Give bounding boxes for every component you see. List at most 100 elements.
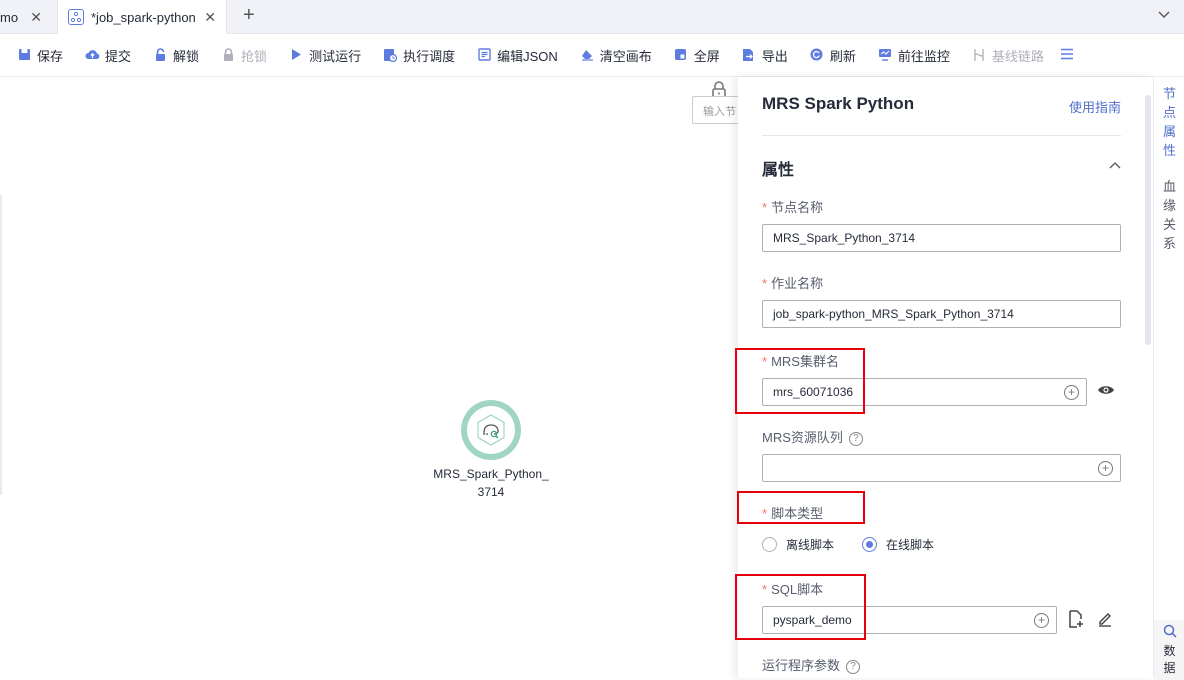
grab-lock-button[interactable]: 抢锁 — [221, 46, 267, 65]
baseline-chain-button[interactable]: 基线链路 — [972, 46, 1044, 65]
vtab-char: 血 — [1162, 179, 1176, 194]
menu-icon[interactable] — [1060, 45, 1074, 65]
node-search-input[interactable]: 输入节 — [692, 96, 742, 124]
submit-label: 提交 — [105, 48, 132, 64]
job-name-label: * 作业名称 — [762, 276, 824, 291]
baseline-chain-label: 基线链路 — [991, 48, 1044, 64]
vtab-char: 系 — [1162, 236, 1176, 251]
node-name-label: * 节点名称 — [762, 200, 824, 215]
edit-pencil-icon[interactable] — [1097, 611, 1113, 630]
node-label-line1: MRS_Spark_Python_ — [433, 467, 549, 481]
grab-lock-label: 抢锁 — [241, 48, 268, 64]
tab-label: mo — [0, 9, 19, 25]
canvas-edge — [0, 195, 2, 495]
add-circle-icon[interactable]: + — [1034, 613, 1049, 628]
vtab-char: 性 — [1162, 143, 1176, 158]
toolbar: 保存 提交 解锁 抢锁 测试运行 执行调度 编辑JSON 清空画布 全屏 导出 … — [0, 34, 1184, 77]
radio-label: 离线脚本 — [786, 538, 835, 552]
node-inner — [467, 406, 515, 454]
sql-script-label: * SQL脚本 — [762, 582, 824, 597]
go-monitor-label: 前往监控 — [897, 48, 950, 64]
eraser-icon — [580, 48, 594, 62]
mrs-cluster-label: * MRS集群名 — [762, 354, 839, 369]
mrs-queue-label: MRS资源队列? — [762, 427, 863, 446]
spark-python-node[interactable] — [461, 400, 521, 460]
divider — [762, 135, 1121, 136]
edit-json-label: 编辑JSON — [497, 48, 558, 64]
close-icon[interactable]: ✕ — [30, 9, 42, 26]
usage-guide-link[interactable]: 使用指南 — [1069, 97, 1121, 116]
node-name-field[interactable]: MRS_Spark_Python_3714 — [762, 224, 1121, 252]
radio-online-script[interactable] — [862, 537, 878, 552]
node-label-line2: 3714 — [477, 485, 505, 499]
new-file-icon[interactable] — [1068, 610, 1084, 631]
lock-icon — [221, 48, 235, 62]
panel-title: MRS Spark Python — [762, 94, 915, 113]
mrs-cluster-select[interactable]: mrs_60071036 + — [762, 378, 1087, 406]
panel-scrollbar[interactable] — [1145, 95, 1151, 345]
add-circle-icon[interactable]: + — [1098, 461, 1113, 476]
play-icon — [289, 48, 303, 62]
help-icon[interactable]: ? — [846, 659, 861, 674]
spark-node-icon — [477, 414, 505, 446]
data-search-tab[interactable]: 数 据 — [1154, 620, 1184, 680]
vtab-char: 点 — [1162, 105, 1176, 120]
clear-canvas-label: 清空画布 — [599, 48, 652, 64]
test-run-label: 测试运行 — [309, 48, 362, 64]
save-button[interactable]: 保存 — [17, 46, 63, 65]
right-side-strip: 节 点 属 性 血 缘 关 系 数 据 — [1153, 77, 1184, 680]
unlock-button[interactable]: 解锁 — [153, 46, 199, 65]
field-value: pyspark_demo — [773, 613, 852, 627]
schedule-button[interactable]: 执行调度 — [383, 46, 455, 65]
vtab-char: 据 — [1163, 661, 1176, 675]
chevron-up-icon[interactable] — [1109, 157, 1121, 172]
add-tab-icon[interactable]: + — [243, 4, 255, 27]
label-text: 作业名称 — [771, 276, 824, 291]
edit-json-button[interactable]: 编辑JSON — [477, 46, 558, 65]
label-text: MRS集群名 — [771, 354, 839, 369]
eye-icon[interactable] — [1097, 383, 1115, 400]
go-monitor-button[interactable]: 前往监控 — [878, 46, 950, 65]
run-params-label: 运行程序参数? — [762, 655, 861, 674]
vtab-char: 数 — [1163, 644, 1176, 658]
baseline-icon — [972, 48, 986, 62]
vtab-char: 节 — [1162, 86, 1176, 101]
export-label: 导出 — [761, 48, 788, 64]
add-circle-icon[interactable]: + — [1064, 385, 1079, 400]
radio-offline-script[interactable] — [762, 537, 777, 552]
schedule-label: 执行调度 — [403, 48, 456, 64]
script-type-radio-group: 离线脚本 在线脚本 — [762, 536, 934, 553]
test-run-button[interactable]: 测试运行 — [289, 46, 361, 65]
workflow-canvas[interactable] — [0, 77, 738, 678]
clear-canvas-button[interactable]: 清空画布 — [580, 46, 652, 65]
tab-lineage[interactable]: 血 缘 关 系 — [1154, 177, 1184, 253]
fullscreen-label: 全屏 — [693, 48, 720, 64]
mrs-queue-select[interactable]: + — [762, 454, 1121, 482]
close-icon[interactable]: ✕ — [204, 9, 216, 26]
refresh-label: 刷新 — [829, 48, 856, 64]
help-icon[interactable]: ? — [848, 431, 863, 446]
export-button[interactable]: 导出 — [742, 46, 788, 65]
tab-bar: mo ✕ *job_spark-python ✕ + — [0, 0, 1184, 34]
label-text: 运行程序参数 — [762, 658, 841, 673]
fullscreen-button[interactable]: 全屏 — [674, 46, 720, 65]
schedule-icon — [383, 48, 398, 63]
fullscreen-icon — [674, 48, 688, 62]
job-name-field[interactable]: job_spark-python_MRS_Spark_Python_3714 — [762, 300, 1121, 328]
export-icon — [742, 48, 756, 62]
node-label: MRS_Spark_Python_ 3714 — [421, 465, 561, 501]
job-icon — [68, 9, 84, 25]
upload-cloud-icon — [85, 48, 100, 62]
monitor-icon — [878, 48, 892, 62]
vtab-char: 属 — [1162, 124, 1176, 139]
radio-label: 在线脚本 — [886, 538, 935, 552]
tab-demo[interactable]: mo ✕ — [0, 0, 52, 34]
script-type-label: * 脚本类型 — [762, 506, 824, 521]
submit-button[interactable]: 提交 — [85, 46, 131, 65]
sql-script-select[interactable]: pyspark_demo + — [762, 606, 1057, 634]
chevron-down-icon[interactable] — [1158, 6, 1170, 22]
tab-job-spark-python[interactable]: *job_spark-python ✕ — [57, 0, 227, 34]
refresh-button[interactable]: 刷新 — [810, 46, 856, 65]
section-title: 属性 — [762, 162, 795, 179]
tab-node-properties[interactable]: 节 点 属 性 — [1154, 84, 1184, 160]
